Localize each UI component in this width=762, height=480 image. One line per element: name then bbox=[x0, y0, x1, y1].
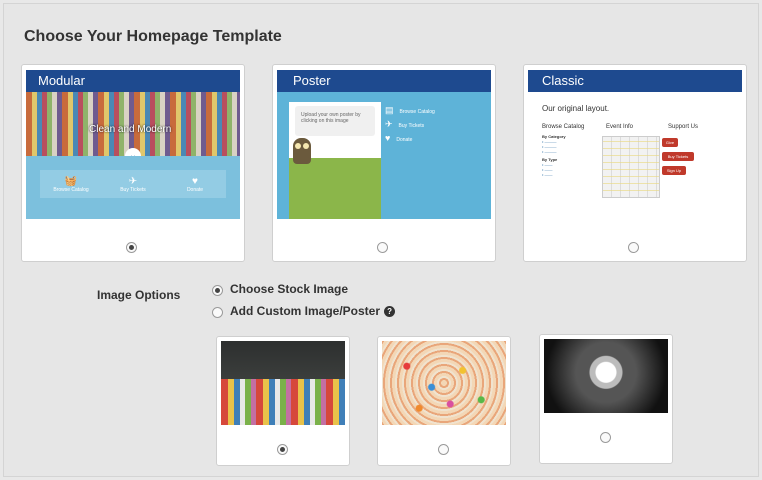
stock-image-radio-disco[interactable] bbox=[600, 432, 611, 443]
option-custom-image-label: Add Custom Image/Poster bbox=[230, 304, 381, 318]
page-title: Choose Your Homepage Template bbox=[24, 28, 282, 45]
stock-image-sprinkles[interactable] bbox=[382, 341, 506, 425]
ticket-icon: ✈ bbox=[128, 175, 138, 187]
basket-icon: 🧺 bbox=[64, 175, 78, 187]
modular-hero-image: Clean and Modern ⌄ bbox=[26, 92, 240, 164]
template-radio-modular[interactable] bbox=[126, 242, 137, 253]
template-card-poster[interactable]: Poster Upload your own poster by clickin… bbox=[272, 64, 496, 262]
template-preview-classic[interactable]: Classic Our original layout. Browse Cata… bbox=[528, 70, 742, 219]
template-preview-modular[interactable]: Modular Clean and Modern ⌄ 🧺Browse Catal… bbox=[26, 70, 240, 219]
poster-link-browse: ▤ Browse Catalog bbox=[385, 105, 435, 115]
classic-col-event: Event Info bbox=[606, 124, 634, 130]
template-chooser-panel: Choose Your Homepage Template Modular Cl… bbox=[3, 3, 759, 477]
radio-stock-image[interactable] bbox=[212, 285, 223, 296]
classic-calendar-grid bbox=[602, 136, 660, 198]
template-card-modular[interactable]: Modular Clean and Modern ⌄ 🧺Browse Catal… bbox=[21, 64, 245, 262]
stock-image-disco[interactable] bbox=[544, 339, 668, 413]
modular-item-tickets: ✈ Buy Tickets bbox=[108, 176, 158, 193]
poster-link-donate: ♥ Donate bbox=[385, 133, 413, 143]
classic-subtitle: Our original layout. bbox=[542, 104, 610, 113]
poster-body: Upload your own poster by clicking on th… bbox=[277, 92, 491, 219]
template-radio-classic[interactable] bbox=[628, 242, 639, 253]
image-options-label: Image Options bbox=[97, 288, 181, 302]
template-preview-poster[interactable]: Poster Upload your own poster by clickin… bbox=[277, 70, 491, 219]
radio-custom-image[interactable] bbox=[212, 307, 223, 318]
heart-icon: ♥ bbox=[385, 133, 391, 143]
poster-paper: Upload your own poster by clicking on th… bbox=[289, 102, 381, 219]
template-radio-poster[interactable] bbox=[377, 242, 388, 253]
poster-link-tickets: ✈ Buy Tickets bbox=[385, 119, 425, 129]
classic-category-list: By Category • ——— • ——— • ——— By Type • ——… bbox=[542, 134, 566, 177]
classic-button-signup: Sign Up bbox=[662, 166, 686, 175]
modular-item-browse: 🧺 Browse Catalog bbox=[46, 176, 96, 193]
template-card-classic[interactable]: Classic Our original layout. Browse Cata… bbox=[523, 64, 747, 262]
template-name-poster: Poster bbox=[277, 70, 491, 92]
modular-band: 🧺 Browse Catalog ✈ Buy Tickets ♥ Donate bbox=[26, 156, 240, 219]
modular-nav-row: 🧺 Browse Catalog ✈ Buy Tickets ♥ Donate bbox=[40, 170, 226, 198]
poster-links: ▤ Browse Catalog ✈ Buy Tickets ♥ Donate bbox=[385, 104, 465, 146]
help-icon[interactable]: ? bbox=[384, 306, 396, 317]
stock-image-card-disco[interactable] bbox=[539, 334, 673, 464]
classic-button-tickets: Buy Tickets bbox=[662, 152, 694, 161]
poster-green-block bbox=[289, 158, 381, 219]
stock-image-radio-sprinkles[interactable] bbox=[438, 444, 449, 455]
template-name-classic: Classic bbox=[528, 70, 742, 92]
stock-image-pencils[interactable] bbox=[221, 341, 345, 425]
modular-item-donate: ♥ Donate bbox=[170, 176, 220, 193]
basket-icon: ▤ bbox=[385, 105, 394, 115]
modular-hero-text: Clean and Modern bbox=[89, 124, 172, 135]
stock-image-card-pencils[interactable] bbox=[216, 336, 350, 466]
option-stock-image-label: Choose Stock Image bbox=[230, 282, 349, 296]
template-name-modular: Modular bbox=[26, 70, 240, 92]
classic-body: Our original layout. Browse Catalog By C… bbox=[528, 92, 742, 219]
poster-bubble: Upload your own poster by clicking on th… bbox=[295, 106, 375, 136]
classic-button-give: Give bbox=[662, 138, 678, 147]
classic-col-support: Support Us bbox=[668, 124, 699, 130]
ticket-icon: ✈ bbox=[385, 119, 393, 129]
stock-image-card-sprinkles[interactable] bbox=[377, 336, 511, 466]
heart-icon: ♥ bbox=[192, 175, 198, 187]
stock-image-radio-pencils[interactable] bbox=[277, 444, 288, 455]
owl-icon bbox=[293, 138, 311, 164]
classic-col-browse: Browse Catalog By Category • ——— • ——— • —… bbox=[542, 124, 585, 177]
